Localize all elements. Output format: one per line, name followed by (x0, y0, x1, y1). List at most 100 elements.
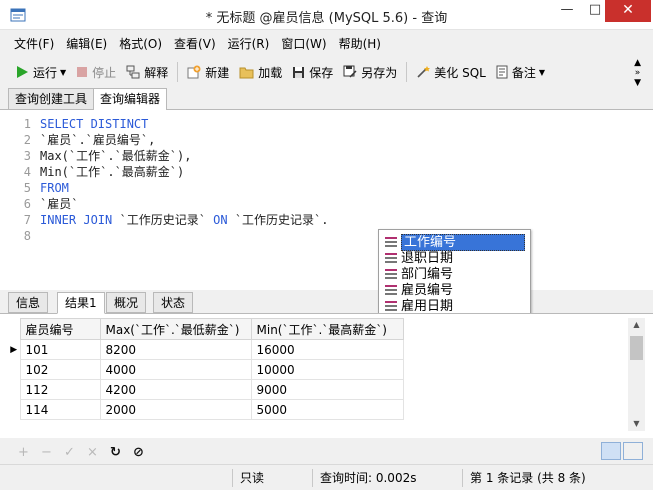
table-cell[interactable]: 112 (19, 379, 101, 400)
toolbar-overflow-icon[interactable]: ▲» ▼ (634, 58, 641, 88)
line-number: 2 (23, 133, 31, 147)
column-icon (385, 237, 397, 247)
add-record-button[interactable]: + (12, 445, 35, 460)
backup-dropdown-icon[interactable]: ▼ (539, 68, 545, 77)
save-as-button[interactable]: 另存为 (338, 60, 402, 84)
load-label: 加载 (258, 65, 283, 80)
line-number: 8 (23, 229, 31, 243)
save-as-icon (343, 65, 357, 78)
result-grid-area: 雇员编号 Max(`工作`.`最低薪金`) Min(`工作`.`最高薪金`) ▶… (0, 314, 653, 438)
tab-result1[interactable]: 结果1 (57, 292, 105, 314)
autocomplete-item[interactable]: 退职日期 (385, 250, 525, 266)
table-row[interactable]: 102 4000 10000 (8, 359, 404, 380)
beautify-sql-button[interactable]: 美化 SQL (411, 60, 491, 84)
menu-bar: 文件(F) 编辑(E) 格式(O) 查看(V) 运行(R) 窗口(W) 帮助(H… (0, 32, 653, 56)
discard-changes-button[interactable]: × (81, 445, 104, 460)
table-cell[interactable]: 10000 (250, 359, 404, 380)
explain-button[interactable]: 解释 (121, 60, 173, 84)
table-cell[interactable]: 2000 (99, 399, 252, 420)
new-label: 新建 (205, 65, 230, 80)
title-bar: * 无标题 @雇员信息 (MySQL 5.6) - 查询 — □ ✕ (0, 0, 653, 30)
tab-query-editor[interactable]: 查询编辑器 (93, 88, 168, 111)
table-cell[interactable]: 8200 (99, 339, 252, 360)
menu-window[interactable]: 窗口(W) (275, 32, 332, 56)
tab-status[interactable]: 状态 (153, 292, 194, 313)
tab-info[interactable]: 信息 (8, 292, 49, 313)
stop-loading-button[interactable]: ⊘ (127, 445, 150, 460)
table-row[interactable]: ▶ 101 8200 16000 (8, 339, 404, 360)
autocomplete-label: 工作编号 (401, 233, 525, 251)
menu-format[interactable]: 格式(O) (113, 32, 168, 56)
editor-tab-strip: 查询创建工具 查询编辑器 (0, 86, 653, 111)
menu-view[interactable]: 查看(V) (168, 32, 222, 56)
menu-run[interactable]: 运行(R) (222, 32, 276, 56)
column-icon (385, 253, 397, 263)
autocomplete-item[interactable]: 工作编号 (385, 233, 525, 251)
apply-changes-button[interactable]: ✓ (58, 445, 81, 460)
load-button[interactable]: 加载 (234, 60, 287, 84)
line-number: 6 (23, 197, 31, 211)
scroll-up-icon[interactable]: ▲ (628, 318, 645, 332)
scroll-down-icon[interactable]: ▼ (628, 417, 645, 431)
sql-text: Max(`工作`.`最低薪金`), (40, 149, 192, 163)
table-cell[interactable]: 102 (19, 359, 101, 380)
stop-button[interactable]: 停止 (71, 60, 121, 84)
code-line: 3 Max(`工作`.`最低薪金`), (0, 148, 192, 164)
autocomplete-item[interactable]: 部门编号 (385, 266, 525, 282)
column-header[interactable]: 雇员编号 (19, 318, 101, 340)
delete-record-button[interactable]: − (35, 445, 58, 460)
new-button[interactable]: 新建 (182, 60, 234, 84)
table-cell[interactable]: 101 (19, 339, 101, 360)
sql-text: Min(`工作`.`最高薪金`) (40, 165, 185, 179)
form-view-icon[interactable] (623, 442, 643, 460)
stop-label: 停止 (92, 65, 117, 80)
tab-profile[interactable]: 概况 (106, 292, 147, 313)
sql-keyword: SELECT DISTINCT (40, 117, 149, 131)
grid-header-row: 雇员编号 Max(`工作`.`最低薪金`) Min(`工作`.`最高薪金`) (8, 318, 404, 340)
close-button[interactable]: ✕ (605, 0, 651, 22)
tab-query-builder[interactable]: 查询创建工具 (8, 88, 95, 110)
code-line: 6 `雇员` (0, 196, 79, 212)
line-number: 7 (23, 213, 31, 227)
result-tab-strip: 信息 结果1 概况 状态 (0, 290, 653, 314)
save-icon (293, 66, 305, 78)
code-line: 7 INNER JOIN `工作历史记录` ON `工作历史记录`. (0, 212, 329, 228)
table-cell[interactable]: 16000 (250, 339, 404, 360)
backup-button[interactable]: 备注 ▼ (491, 60, 550, 84)
table-row[interactable]: 112 4200 9000 (8, 379, 404, 400)
sql-text: `工作历史记录`. (227, 213, 329, 227)
query-time-status: 查询时间: 0.002s (320, 471, 417, 485)
row-header (8, 379, 20, 400)
code-line: 8 (0, 228, 40, 244)
menu-edit[interactable]: 编辑(E) (60, 32, 113, 56)
table-cell[interactable]: 4200 (99, 379, 252, 400)
run-dropdown-icon[interactable]: ▼ (60, 68, 66, 77)
table-cell[interactable]: 5000 (250, 399, 404, 420)
scroll-thumb[interactable] (630, 336, 643, 360)
run-button[interactable]: 运行 ▼ (10, 60, 71, 84)
view-switcher (599, 442, 643, 460)
table-cell[interactable]: 114 (19, 399, 101, 420)
minimize-button[interactable]: — (553, 0, 581, 22)
menu-help[interactable]: 帮助(H) (333, 32, 387, 56)
backup-label: 备注 (511, 65, 536, 80)
column-header[interactable]: Min(`工作`.`最高薪金`) (250, 318, 404, 340)
table-cell[interactable]: 4000 (99, 359, 252, 380)
table-row[interactable]: 114 2000 5000 (8, 399, 404, 420)
grid-vertical-scrollbar[interactable]: ▲ ▼ (628, 318, 645, 431)
menu-file[interactable]: 文件(F) (8, 32, 60, 56)
explain-label: 解释 (144, 65, 169, 80)
line-number: 1 (23, 117, 31, 131)
column-header[interactable]: Max(`工作`.`最低薪金`) (99, 318, 252, 340)
sql-text: `工作历史记录` (112, 213, 214, 227)
play-icon (17, 66, 28, 78)
sql-editor[interactable]: 1 SELECT DISTINCT 2 `雇员`.`雇员编号`, 3 Max(`工作`… (0, 110, 653, 290)
refresh-button[interactable]: ↻ (104, 445, 127, 460)
grid-view-icon[interactable] (601, 442, 621, 460)
column-icon (385, 269, 397, 279)
table-cell[interactable]: 9000 (250, 379, 404, 400)
new-query-icon (187, 65, 201, 79)
save-button[interactable]: 保存 (287, 60, 338, 84)
grid-toolbar: + − ✓ × ↻ ⊘ (0, 440, 653, 464)
sql-keyword: FROM (40, 181, 69, 195)
